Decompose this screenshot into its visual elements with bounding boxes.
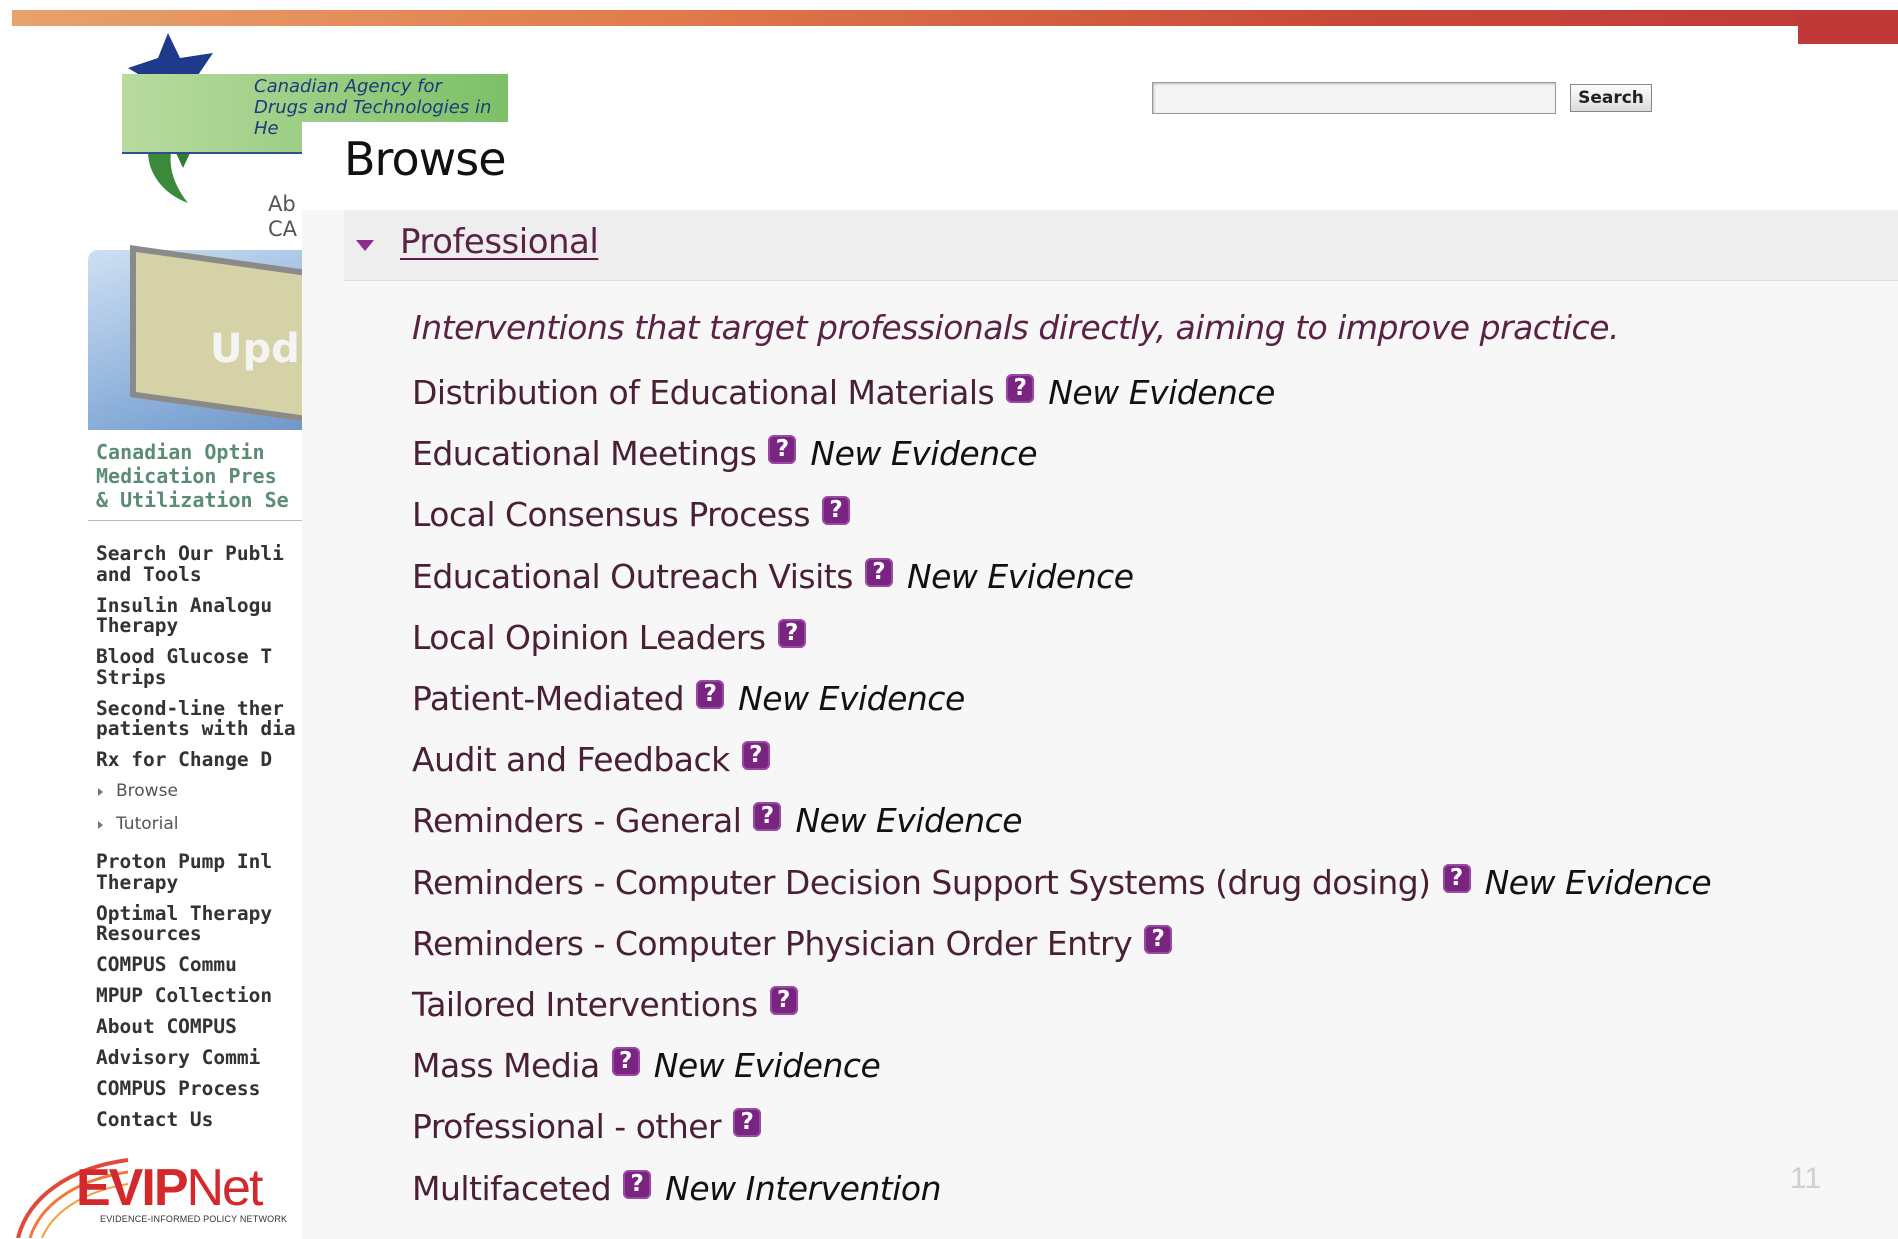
intervention-item: Local Consensus Process? (412, 484, 1711, 545)
help-icon[interactable]: ? (611, 1047, 640, 1077)
help-icon[interactable]: ? (1006, 374, 1035, 404)
help-icon[interactable]: ? (1144, 924, 1173, 954)
evipnet-wordmark: EVIPNet (76, 1159, 264, 1217)
search-button[interactable]: Search (1570, 84, 1652, 112)
nav-item[interactable]: Contact Us (96, 1109, 296, 1131)
search-input[interactable] (1152, 82, 1556, 114)
intervention-link[interactable]: Local Consensus Process (412, 495, 811, 534)
nav-item[interactable]: Proton Pump Inl Therapy (96, 851, 296, 893)
intervention-item: Patient-Mediated? New Evidence (412, 668, 1711, 729)
new-evidence-flag: New Evidence (795, 801, 1023, 841)
nav-item[interactable]: About COMPUS (96, 1016, 296, 1038)
new-evidence-flag: New Evidence (738, 679, 965, 719)
intervention-item: Mass Media? New Evidence (412, 1035, 1711, 1096)
intervention-item: Reminders - Computer Decision Support Sy… (412, 852, 1712, 913)
intervention-link[interactable]: Multifaceted (412, 1169, 612, 1208)
intervention-item: Local Opinion Leaders? (412, 607, 1711, 668)
intervention-item: Multifaceted? New Intervention (412, 1157, 1711, 1218)
nav-item[interactable]: Rx for Change D (96, 749, 296, 771)
site-nav: Search Our Publi and Tools Insulin Analo… (96, 543, 296, 1141)
intervention-item: Educational Meetings? New Evidence (412, 423, 1711, 484)
new-evidence-flag: New Evidence (653, 1046, 881, 1086)
panel-title-bar (302, 122, 1898, 210)
intervention-link[interactable]: Reminders - Computer Decision Support Sy… (412, 863, 1431, 902)
help-icon[interactable]: ? (822, 496, 851, 526)
intervention-link[interactable]: Reminders - Computer Physician Order Ent… (412, 924, 1133, 963)
nav-sub-item-tutorial[interactable]: Tutorial (96, 814, 296, 835)
intervention-link[interactable]: Tailored Interventions (412, 985, 758, 1024)
help-icon[interactable]: ? (1442, 863, 1471, 893)
section-title-link[interactable]: Professional (400, 222, 599, 262)
help-icon[interactable]: ? (696, 680, 725, 710)
intervention-item: Reminders - Computer Physician Order Ent… (412, 913, 1711, 974)
help-icon[interactable]: ? (864, 557, 893, 587)
intervention-list: Distribution of Educational Materials? Ne… (412, 362, 1712, 1219)
help-icon[interactable]: ? (741, 741, 770, 771)
evipnet-word-ev: EVIP (76, 1159, 188, 1217)
caret-down-icon[interactable] (356, 240, 374, 251)
new-evidence-flag: New Evidence (906, 556, 1134, 596)
help-icon[interactable]: ? (768, 435, 797, 465)
intervention-link[interactable]: Patient-Mediated (412, 679, 685, 718)
intervention-item: Reminders - General? New Evidence (412, 790, 1711, 851)
intervention-item: Professional - other? (412, 1096, 1711, 1157)
evipnet-tagline: EVIDENCE-INFORMED POLICY NETWORK (100, 1214, 288, 1224)
new-evidence-flag: New Evidence (810, 434, 1038, 474)
intervention-item: Distribution of Educational Materials? Ne… (412, 362, 1711, 423)
intervention-link[interactable]: Audit and Feedback (412, 740, 730, 779)
promo-caption[interactable]: Canadian Optin Medication Pres & Utiliza… (96, 440, 289, 512)
nav-item[interactable]: Optimal Therapy Resources (96, 903, 296, 945)
intervention-link[interactable]: Mass Media (412, 1046, 600, 1085)
section-header-professional[interactable]: Professional (344, 210, 1898, 281)
section-description: Interventions that target professionals … (412, 308, 1620, 347)
nav-item[interactable]: MPUP Collection (96, 985, 296, 1007)
intervention-link[interactable]: Reminders - General (412, 801, 742, 840)
nav-item[interactable]: COMPUS Process (96, 1078, 296, 1100)
nav-item[interactable]: Blood Glucose T Strips (96, 646, 296, 688)
intervention-link[interactable]: Educational Outreach Visits (412, 557, 853, 596)
promo-text: Upd (210, 326, 300, 372)
new-evidence-flag: New Evidence (1484, 862, 1712, 902)
nav-item[interactable]: Insulin Analogu Therapy (96, 595, 296, 637)
help-icon[interactable]: ? (777, 618, 806, 648)
help-icon[interactable]: ? (623, 1169, 652, 1199)
slide-top-tab (1798, 10, 1898, 44)
help-icon[interactable]: ? (733, 1108, 762, 1138)
slide-page-number: 11 (1790, 1162, 1822, 1195)
help-icon[interactable]: ? (769, 985, 798, 1015)
nav-item[interactable]: Second-line ther patients with dia (96, 698, 296, 740)
intervention-link[interactable]: Educational Meetings (412, 434, 757, 473)
nav-item[interactable]: COMPUS Commu (96, 954, 296, 976)
nav-item[interactable]: Search Our Publi and Tools (96, 543, 296, 585)
browse-panel: Browse Professional Interventions that t… (302, 122, 1898, 1239)
evipnet-word-net: Net (186, 1159, 264, 1217)
help-icon[interactable]: ? (753, 802, 782, 832)
intervention-link[interactable]: Professional - other (412, 1107, 722, 1146)
nav-sub-item-browse[interactable]: Browse (96, 781, 296, 802)
intervention-link[interactable]: Local Opinion Leaders (412, 618, 766, 657)
intervention-item: Audit and Feedback? (412, 729, 1711, 790)
intervention-link[interactable]: Distribution of Educational Materials (412, 373, 995, 412)
page-title: Browse (344, 132, 506, 186)
new-evidence-flag: New Evidence (1048, 373, 1275, 413)
intervention-item: Tailored Interventions? (412, 974, 1711, 1035)
intervention-item: Educational Outreach Visits? New Evidence (412, 546, 1711, 607)
new-evidence-flag: New Intervention (665, 1168, 942, 1208)
nav-item[interactable]: Advisory Commi (96, 1047, 296, 1069)
